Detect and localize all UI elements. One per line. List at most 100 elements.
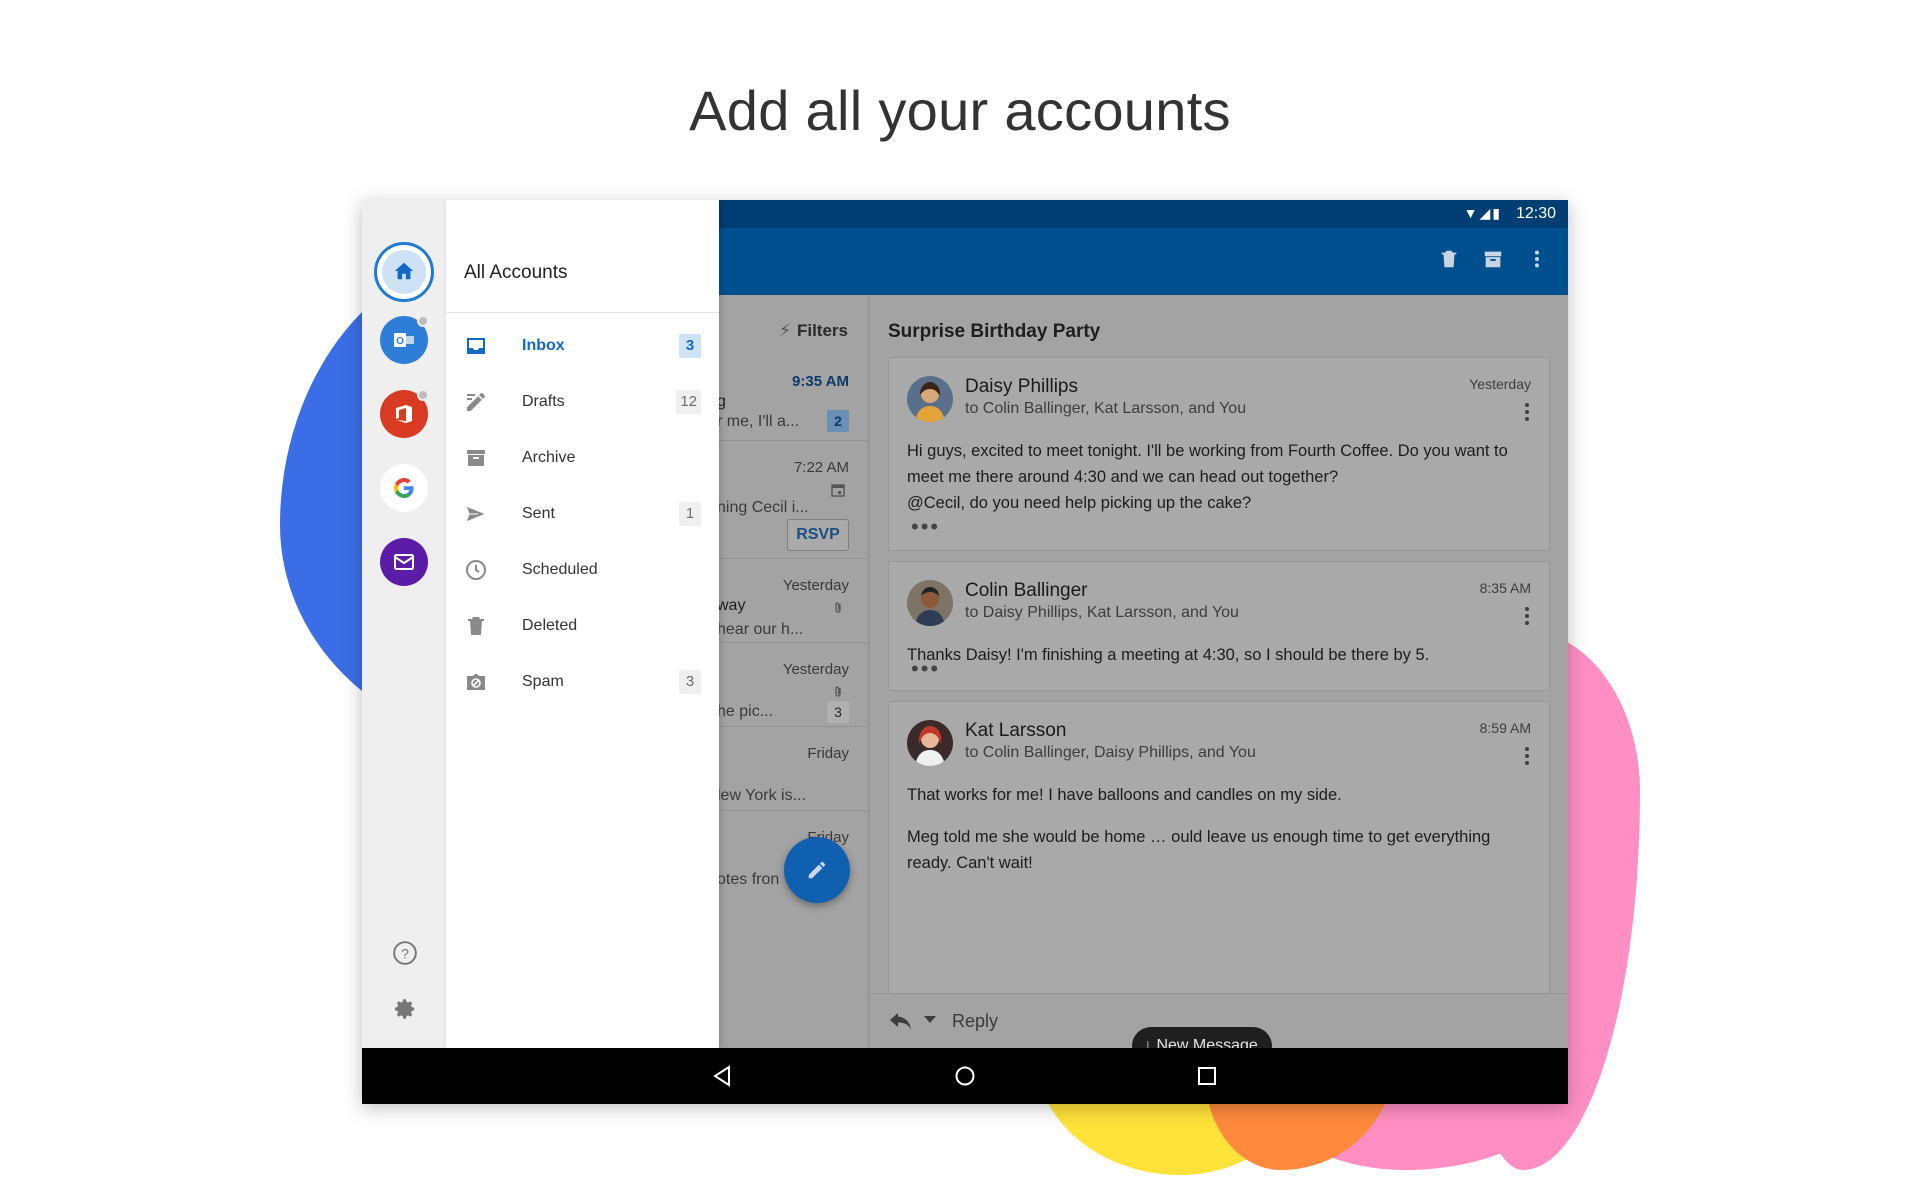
folder-scheduled[interactable]: Scheduled (446, 550, 719, 590)
row-preview: ning Cecil i... (717, 499, 809, 516)
sender-name: Colin Ballinger (965, 580, 1088, 601)
message-card[interactable]: Colin Ballinger to Daisy Phillips, Kat L… (888, 561, 1550, 691)
message-body: Meg told me she would be home … ould lea… (907, 828, 1491, 872)
recipients: to Colin Ballinger, Daisy Phillips, and … (965, 744, 1256, 761)
folder-count-badge: 1 (679, 502, 701, 526)
row-preview: r me, I'll a... (717, 413, 800, 430)
google-account-button[interactable] (380, 464, 428, 512)
message-more-icon[interactable] (1525, 747, 1529, 765)
row-preview: he pic... (717, 703, 774, 720)
divider (446, 312, 719, 313)
folder-drafts[interactable]: Drafts 12 (446, 382, 719, 422)
outlook-icon: O (394, 333, 414, 347)
thread-count-badge: 3 (827, 701, 849, 723)
folder-sent[interactable]: Sent 1 (446, 494, 719, 534)
mail-icon (394, 554, 414, 570)
message-time: Yesterday (1469, 376, 1531, 392)
screenshot-stage: Add all your accounts ▼◢▮ 12:30 ⚡ Filters… (0, 0, 1920, 1200)
office-icon (396, 405, 412, 423)
google-icon (394, 478, 414, 498)
pencil-icon (808, 861, 826, 879)
home-nav-icon[interactable] (953, 1064, 977, 1088)
message-body: Thanks Daisy! I'm finishing a meeting at… (907, 646, 1430, 664)
row-time: Yesterday (782, 577, 849, 594)
android-nav-bar (362, 1048, 1568, 1104)
folder-deleted[interactable]: Deleted (446, 606, 719, 646)
message-body: That works for me! I have balloons and c… (907, 786, 1342, 804)
message-more-icon[interactable] (1525, 403, 1529, 421)
folder-label: Deleted (522, 617, 578, 634)
rsvp-button[interactable]: RSVP (787, 519, 849, 551)
message-card[interactable]: Daisy Phillips to Colin Ballinger, Kat L… (888, 357, 1550, 551)
message-card[interactable]: Kat Larsson to Colin Ballinger, Daisy Ph… (888, 701, 1550, 1001)
avatar (907, 376, 953, 422)
conversation-subject: Surprise Birthday Party (888, 321, 1101, 342)
recipients: to Daisy Phillips, Kat Larsson, and You (965, 604, 1239, 621)
more-icon[interactable] (1526, 248, 1548, 270)
page-headline: Add all your accounts (689, 79, 1231, 142)
reading-pane: Surprise Birthday Party Daisy Phillips t… (870, 295, 1568, 1065)
mail-account-button[interactable] (380, 538, 428, 586)
folder-label: Spam (522, 673, 564, 690)
sender-name: Kat Larsson (965, 720, 1067, 741)
message-more-icon[interactable] (1525, 607, 1529, 625)
spam-icon (467, 674, 485, 690)
inbox-icon (467, 338, 485, 354)
show-quoted-button[interactable]: ••• (911, 514, 940, 540)
row-preview: lew York is... (717, 787, 806, 804)
sender-name: Daisy Phillips (965, 376, 1078, 397)
settings-icon[interactable] (392, 996, 418, 1022)
delete-icon[interactable] (1438, 248, 1460, 270)
show-quoted-button[interactable]: ••• (911, 656, 940, 682)
folder-count-badge: 3 (679, 334, 701, 358)
all-accounts-home-button[interactable] (374, 242, 434, 302)
row-subject: way (717, 597, 746, 614)
archive-icon[interactable] (1482, 248, 1504, 270)
folder-drawer: All Accounts Inbox 3 Drafts 12 Archive S… (446, 200, 719, 1048)
home-icon (394, 262, 414, 280)
reply-options-caret-icon[interactable] (924, 1016, 936, 1023)
folder-count-badge: 12 (676, 390, 701, 414)
folder-label: Inbox (522, 337, 565, 354)
trash-icon (468, 617, 484, 635)
bolt-icon: ⚡ (779, 321, 791, 340)
filters-button[interactable]: ⚡ Filters (779, 321, 848, 341)
folder-label: Scheduled (522, 561, 598, 578)
archive-icon (467, 450, 485, 466)
drafts-icon (467, 393, 485, 411)
avatar (907, 720, 953, 766)
account-rail: O ? (362, 200, 446, 1048)
status-time: 12:30 (1515, 205, 1556, 222)
svg-text:?: ? (401, 945, 409, 961)
back-icon[interactable] (711, 1064, 735, 1088)
outlook-account-button[interactable]: O (380, 315, 429, 364)
folder-spam[interactable]: Spam 3 (446, 662, 719, 702)
reply-icon[interactable] (888, 1011, 912, 1031)
row-preview: hear our h... (717, 621, 804, 638)
folder-label: Archive (522, 449, 576, 466)
recents-icon[interactable] (1195, 1064, 1219, 1088)
row-time: Friday (807, 745, 849, 762)
sent-icon (465, 505, 488, 523)
battery-icon: ▮ (1492, 205, 1502, 221)
compose-button[interactable] (784, 837, 850, 903)
avatar (907, 580, 953, 626)
message-body: @Cecil, do you need help picking up the … (907, 494, 1252, 512)
drawer-title: All Accounts (464, 262, 568, 283)
folder-archive[interactable]: Archive (446, 438, 719, 478)
folder-label: Drafts (522, 393, 565, 410)
message-time: 8:59 AM (1479, 720, 1531, 736)
recipients: to Colin Ballinger, Kat Larsson, and You (965, 400, 1247, 417)
office-account-button[interactable] (380, 389, 429, 438)
row-time: 9:35 AM (792, 373, 849, 390)
row-time: 7:22 AM (793, 459, 849, 476)
row-preview: otes fron (717, 871, 780, 888)
account-status-dot (417, 315, 429, 327)
wifi-icon: ▼ (1463, 205, 1480, 221)
reply-button[interactable]: Reply (952, 1011, 998, 1032)
row-time: Yesterday (782, 661, 849, 678)
folder-count-badge: 3 (679, 670, 701, 694)
message-body: Hi guys, excited to meet tonight. I'll b… (907, 442, 1508, 486)
folder-inbox[interactable]: Inbox 3 (446, 326, 719, 366)
help-icon[interactable]: ? (392, 940, 418, 966)
